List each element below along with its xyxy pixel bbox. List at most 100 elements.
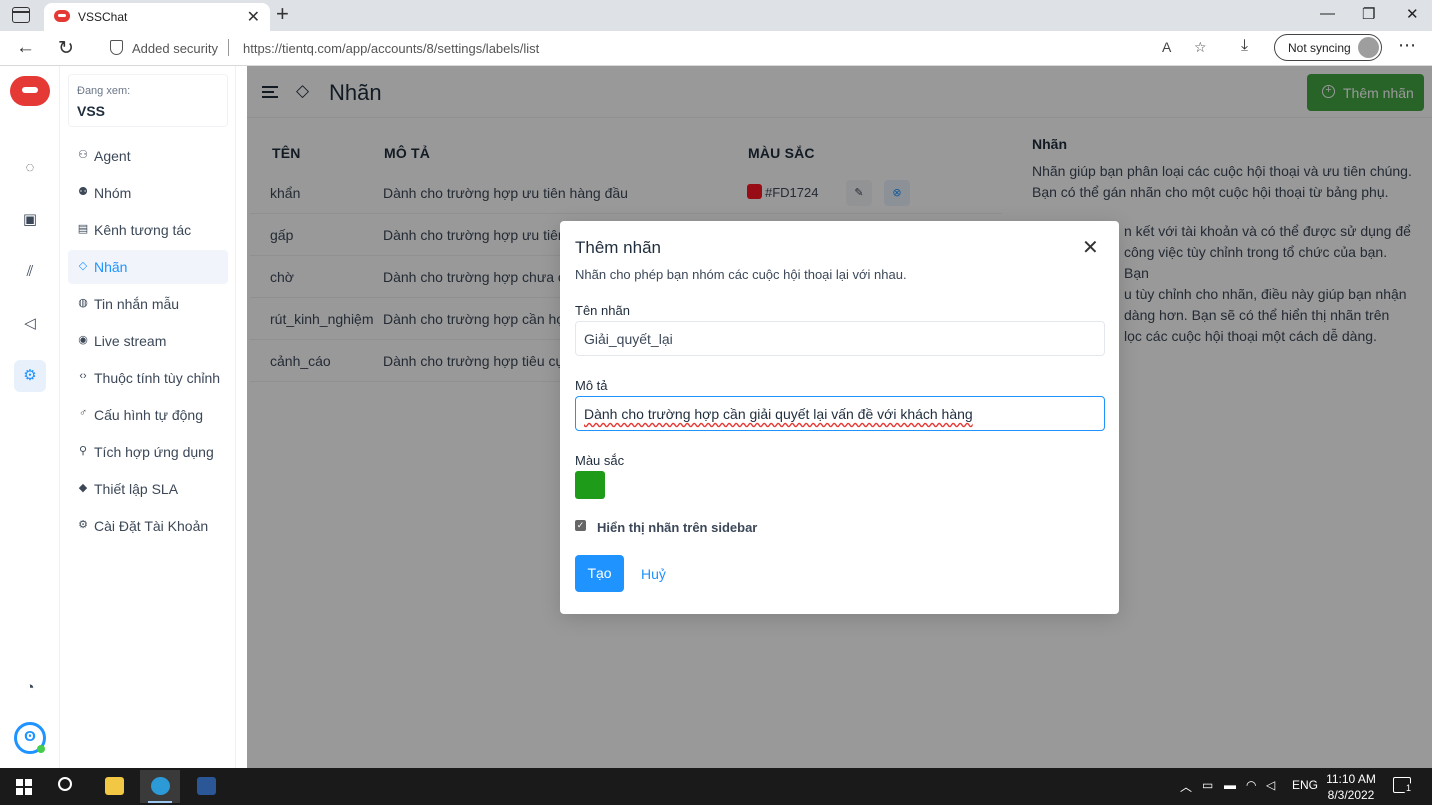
chat-template-icon: ◍ [78, 297, 88, 309]
language-indicator[interactable]: ENG [1292, 778, 1318, 792]
gear-icon: ⚙ [78, 519, 88, 531]
sidebar-item-label: Live stream [94, 333, 167, 349]
sidebar-item-label: Nhãn [94, 259, 128, 275]
browser-tab[interactable]: VSSChat ✕ [44, 3, 270, 31]
clock-time: 11:10 AM [1326, 772, 1376, 786]
sidebar-item-integrations[interactable]: ⚲ Tích hợp ứng dụng [68, 435, 228, 469]
read-aloud-icon[interactable]: A [1162, 39, 1171, 55]
new-tab-icon[interactable]: + [276, 3, 289, 25]
contacts-icon[interactable]: ▣ [14, 204, 46, 236]
sidebar-item-label: Agent [94, 148, 131, 164]
add-label-modal: Thêm nhãn ✕ Nhãn cho phép bạn nhóm các c… [560, 221, 1119, 614]
wifi-icon[interactable]: ◠ [1246, 778, 1256, 792]
sidebar-scrollbar [236, 66, 247, 768]
team-icon: ⚉ [78, 186, 88, 198]
windows-start-icon[interactable] [16, 779, 32, 795]
name-field-label: Tên nhãn [575, 303, 630, 318]
settings-sidebar: Đang xem: VSS ⚇ Agent ⚉ Nhóm ▤ Kênh tươn… [60, 66, 236, 768]
label-description-input[interactable]: Dành cho trường hợp cần giải quyết lại v… [575, 396, 1105, 431]
url-text[interactable]: https://tientq.com/app/accounts/8/settin… [243, 41, 539, 56]
description-field-label: Mô tả [575, 378, 608, 393]
battery-icon[interactable]: ▬ [1224, 778, 1236, 792]
search-icon[interactable] [58, 777, 72, 791]
users-icon: ⚇ [78, 149, 88, 161]
reports-icon[interactable]: ⫽ [14, 256, 46, 288]
notifications-bell-icon[interactable]: ◔ [14, 672, 46, 704]
viewing-caption: Đang xem: [77, 85, 131, 97]
settings-icon[interactable]: ⚙ [14, 360, 46, 392]
restore-icon[interactable]: ❐ [1362, 5, 1375, 23]
window-close-icon[interactable]: ✕ [1406, 5, 1419, 23]
label-description-value: Dành cho trường hợp cần giải quyết lại v… [584, 406, 973, 422]
minimize-icon[interactable]: — [1320, 5, 1335, 22]
show-in-sidebar-label: Hiển thị nhãn trên sidebar [597, 520, 758, 535]
volume-icon[interactable]: ◁ [1266, 778, 1275, 792]
show-in-sidebar-checkbox[interactable]: ✓ [575, 520, 586, 531]
code-icon: ‹› [79, 370, 87, 382]
sidebar-item-label: Thuộc tính tùy chỉnh [94, 370, 221, 386]
address-bar[interactable]: Added security https://tientq.com/app/ac… [94, 34, 1224, 62]
downloads-icon[interactable]: ⤓ [1241, 37, 1248, 55]
sidebar-item-label: Cài Đặt Tài Khoản [94, 518, 209, 534]
profile-avatar-icon [1358, 37, 1379, 58]
more-options-icon[interactable]: ⋯ [1398, 35, 1416, 56]
notification-center-icon[interactable]: 1 [1393, 777, 1414, 794]
label-name-input[interactable]: Giải_quyết_lại [575, 321, 1105, 356]
online-status-dot [37, 745, 45, 753]
sidebar-item-custom-attributes[interactable]: ‹› Thuộc tính tùy chỉnh [68, 361, 228, 395]
color-picker[interactable] [575, 471, 605, 499]
profile-sync-button[interactable]: Not syncing [1274, 34, 1382, 61]
color-field-label: Màu sắc [575, 453, 625, 468]
device-icon[interactable]: ▭ [1202, 778, 1213, 792]
sidebar-item-label: Nhóm [94, 185, 132, 201]
sidebar-item-agent[interactable]: ⚇ Agent [68, 139, 228, 173]
sidebar-item-teams[interactable]: ⚉ Nhóm [68, 176, 228, 210]
notification-count: 1 [1403, 783, 1414, 794]
label-name-value: Giải_quyết_lại [584, 331, 673, 347]
automation-icon: ♂ [78, 407, 88, 419]
sidebar-item-account-settings[interactable]: ⚙ Cài Đặt Tài Khoản [68, 509, 228, 543]
vsschat-favicon-icon [54, 10, 70, 22]
sidebar-item-label: Thiết lập SLA [94, 481, 179, 497]
back-icon[interactable]: ← [16, 37, 35, 59]
sidebar-item-live-stream[interactable]: ◉ Live stream [68, 324, 228, 358]
sidebar-item-label: Tích hợp ứng dụng [94, 444, 214, 460]
word-icon[interactable] [186, 770, 226, 803]
close-icon[interactable]: ✕ [1082, 235, 1099, 260]
tag-icon: ◇ [78, 260, 88, 272]
clock[interactable]: 11:10 AM 8/3/2022 [1326, 771, 1376, 803]
security-label: Added security [132, 41, 218, 56]
sidebar-item-labels[interactable]: ◇ Nhãn [68, 250, 228, 284]
account-switcher[interactable]: Đang xem: VSS [68, 74, 228, 127]
sidebar-item-label: Tin nhắn mẫu [94, 296, 180, 312]
shield-icon [110, 40, 123, 55]
cancel-button[interactable]: Huỷ [641, 566, 666, 582]
url-divider [228, 39, 229, 56]
primary-rail: ◌ ▣ ⫽ ◁ ⚙ ◔ ʘ [0, 66, 60, 768]
campaigns-icon[interactable]: ◁ [14, 308, 46, 340]
create-button[interactable]: Tạo [575, 555, 624, 592]
tab-title: VSSChat [78, 10, 128, 24]
browser-tab-strip: VSSChat ✕ + — ❐ ✕ [0, 0, 1432, 31]
modal-subtitle: Nhãn cho phép bạn nhóm các cuộc hội thoạ… [575, 267, 907, 282]
windows-taskbar: ︿ ▭ ▬ ◠ ◁ ENG 11:10 AM 8/3/2022 1 [0, 768, 1432, 805]
show-hidden-icons-icon[interactable]: ︿ [1180, 778, 1192, 795]
account-name: VSS [77, 103, 106, 119]
file-explorer-icon[interactable] [94, 770, 134, 803]
inbox-icon: ▤ [77, 223, 89, 235]
app-logo-icon[interactable] [10, 76, 50, 106]
sidebar-item-sla[interactable]: ◆ Thiết lập SLA [68, 472, 228, 506]
edge-browser-icon[interactable] [140, 770, 180, 803]
sidebar-item-inboxes[interactable]: ▤ Kênh tương tác [68, 213, 228, 247]
sidebar-item-label: Kênh tương tác [94, 222, 192, 238]
add-favorite-icon[interactable]: ☆ [1194, 39, 1207, 56]
tab-actions-icon[interactable] [12, 7, 30, 23]
sync-label: Not syncing [1288, 41, 1351, 55]
refresh-icon[interactable]: ↻ [58, 37, 74, 60]
tab-close-icon[interactable]: ✕ [247, 7, 260, 27]
sidebar-item-canned-responses[interactable]: ◍ Tin nhắn mẫu [68, 287, 228, 321]
modal-title: Thêm nhãn [575, 238, 661, 257]
sidebar-item-automation[interactable]: ♂ Cấu hình tự động [68, 398, 228, 432]
conversations-icon[interactable]: ◌ [14, 152, 46, 184]
browser-toolbar: ← ↻ Added security https://tientq.com/ap… [0, 31, 1432, 66]
